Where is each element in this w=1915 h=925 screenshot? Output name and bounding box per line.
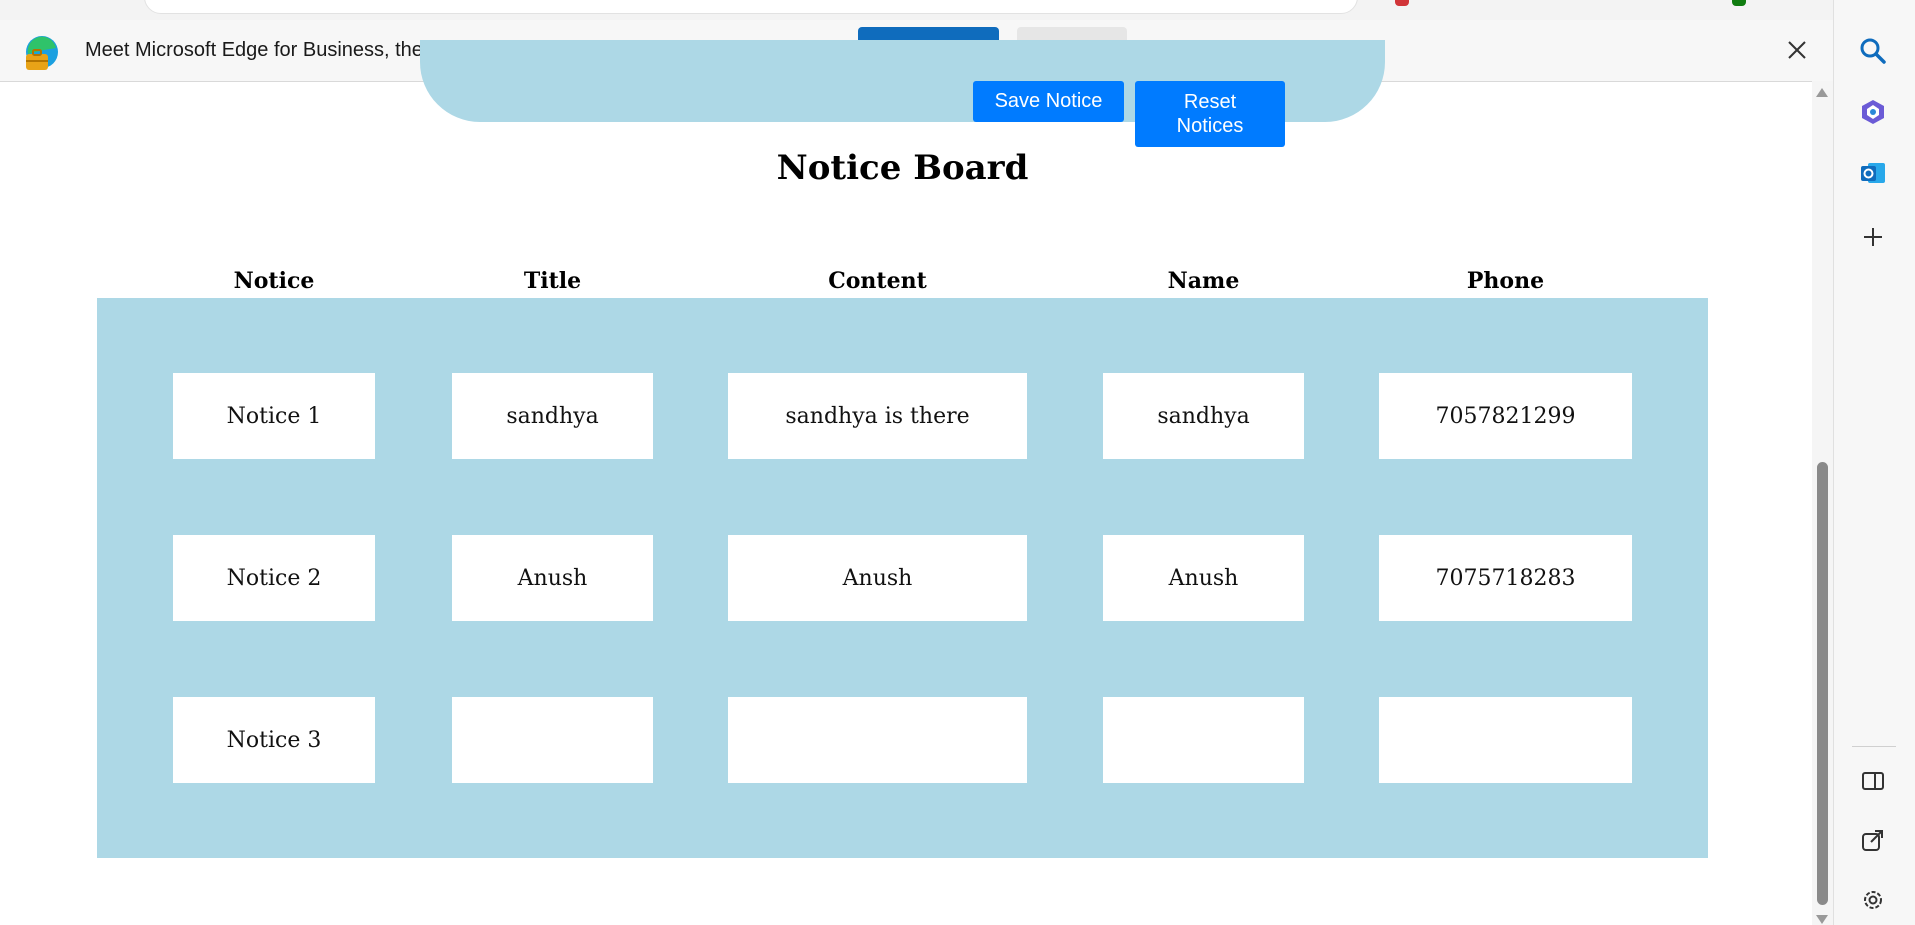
column-header-notice: Notice xyxy=(233,268,315,294)
browser-toolbar-strip xyxy=(0,0,1833,20)
table-cell-phone: 7057821299 xyxy=(1379,373,1632,459)
edge-briefcase-logo-icon xyxy=(26,36,58,70)
save-notice-button[interactable]: Save Notice xyxy=(973,81,1124,122)
table-cell-title: Anush xyxy=(452,535,653,621)
table-cell-content: Anush xyxy=(728,535,1027,621)
table-cell-title: sandhya xyxy=(452,373,653,459)
reset-notices-button[interactable]: Reset Notices xyxy=(1135,81,1285,147)
settings-icon[interactable] xyxy=(1858,885,1888,915)
address-bar[interactable] xyxy=(144,0,1358,14)
table-cell-notice: Notice 1 xyxy=(173,373,375,459)
table-cell-phone xyxy=(1379,697,1632,783)
page-title: Notice Board xyxy=(776,148,1029,188)
scrollbar-thumb[interactable] xyxy=(1817,462,1828,905)
scroll-down-arrow-icon[interactable] xyxy=(1816,915,1828,924)
table-cell-name xyxy=(1103,697,1304,783)
column-header-name: Name xyxy=(1167,268,1240,294)
table-cell-notice: Notice 2 xyxy=(173,535,375,621)
open-external-icon[interactable] xyxy=(1858,826,1888,856)
table-cell-name: sandhya xyxy=(1103,373,1304,459)
copilot-icon[interactable] xyxy=(1858,97,1888,127)
table-cell-name: Anush xyxy=(1103,535,1304,621)
extension-icon[interactable] xyxy=(1732,0,1746,6)
table-cell-content: sandhya is there xyxy=(728,373,1027,459)
column-header-phone: Phone xyxy=(1466,268,1545,294)
sidebar-divider xyxy=(1852,746,1896,747)
table-cell-title xyxy=(452,697,653,783)
column-header-content: Content xyxy=(828,268,927,294)
extension-icon[interactable] xyxy=(1395,0,1409,6)
add-icon[interactable] xyxy=(1858,222,1888,252)
split-screen-icon[interactable] xyxy=(1858,766,1888,796)
table-cell-content xyxy=(728,697,1027,783)
table-cell-phone: 7075718283 xyxy=(1379,535,1632,621)
search-icon[interactable] xyxy=(1858,36,1888,66)
edge-sidebar xyxy=(1833,0,1915,925)
table-cell-notice: Notice 3 xyxy=(173,697,375,783)
column-header-title: Title xyxy=(523,268,582,294)
close-icon[interactable] xyxy=(1782,35,1812,65)
outlook-icon[interactable] xyxy=(1858,158,1888,188)
scroll-up-arrow-icon[interactable] xyxy=(1816,88,1828,97)
